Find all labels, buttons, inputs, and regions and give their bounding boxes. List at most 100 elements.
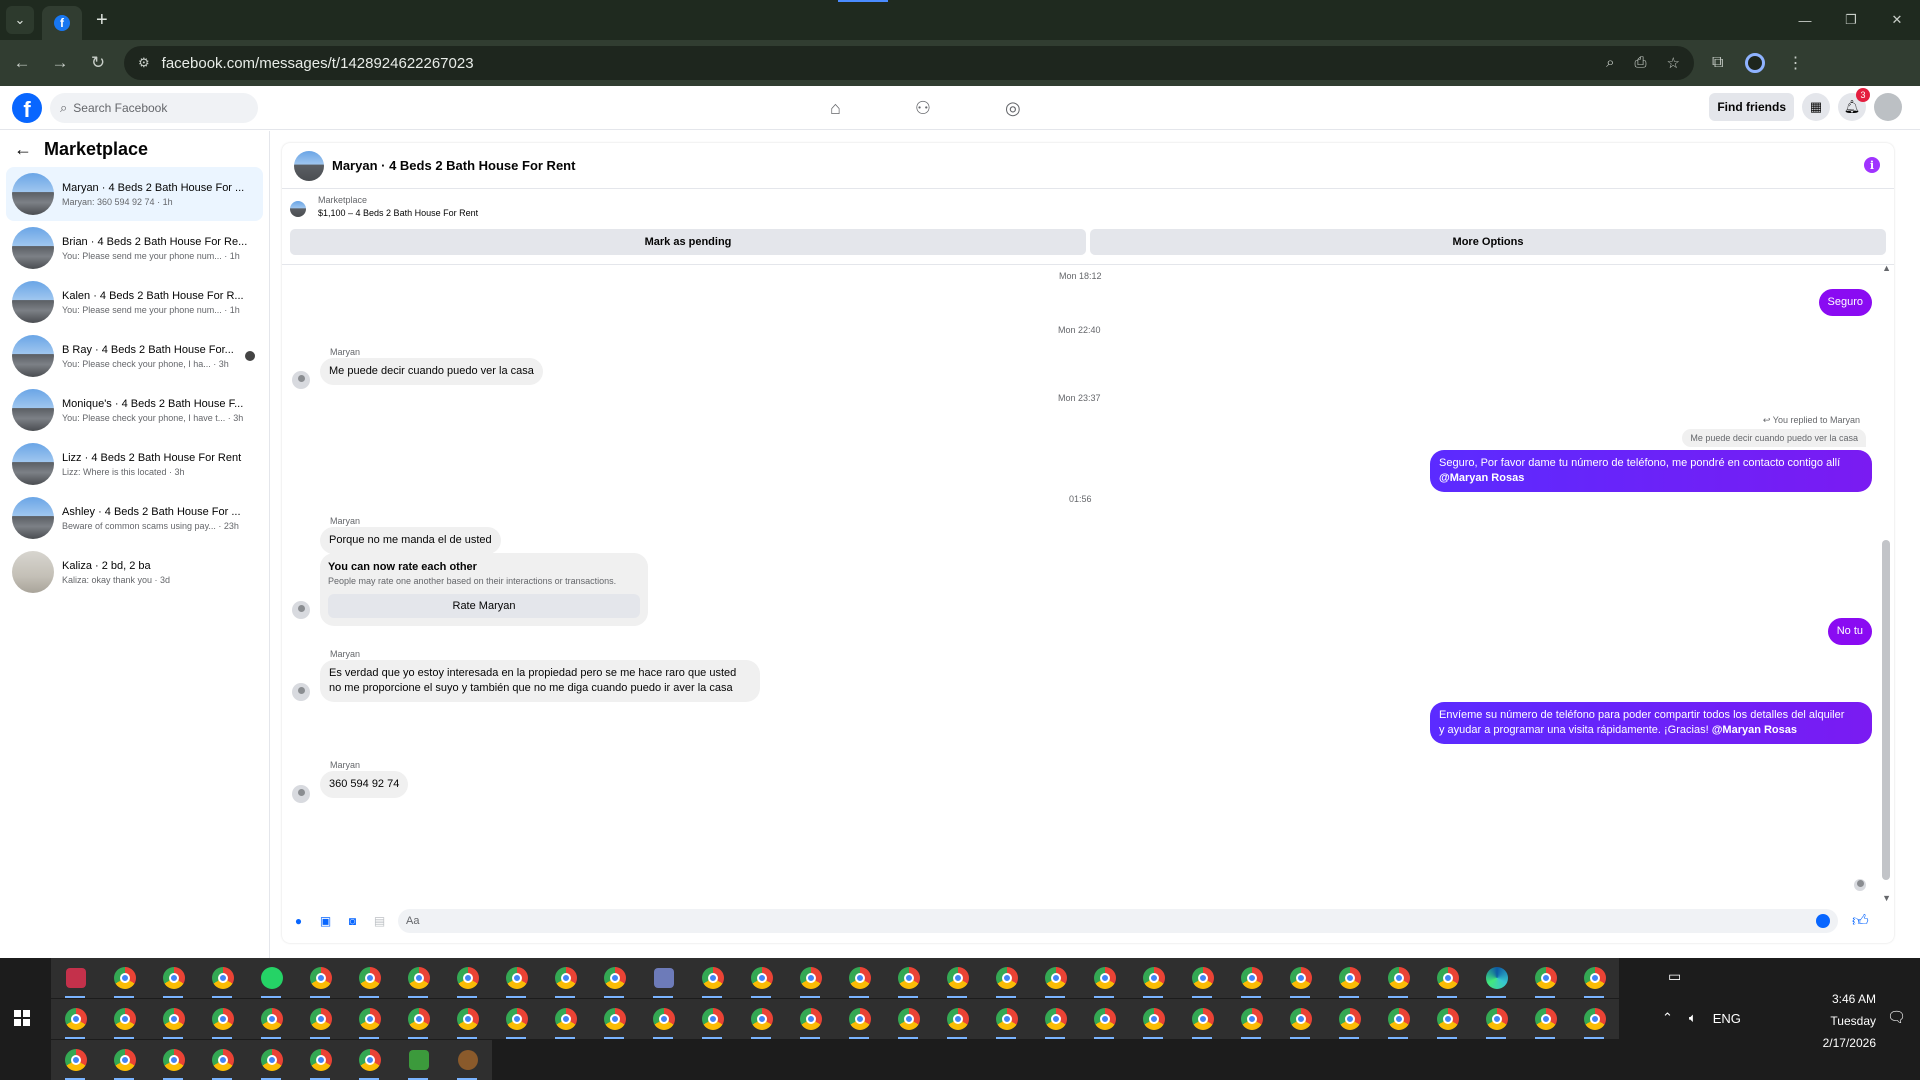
clock[interactable]: 3:46 AM Tuesday 2/17/2026 <box>1823 988 1876 1054</box>
new-tab-button[interactable]: + <box>96 9 108 32</box>
home-icon[interactable]: ⌂ <box>830 98 841 119</box>
chrome-icon[interactable] <box>443 958 492 998</box>
account-avatar[interactable] <box>1874 93 1902 121</box>
reply-quote[interactable]: Me puede decir cuando puedo ver la casa <box>1682 429 1866 447</box>
outgoing-message[interactable]: No tu <box>1827 618 1872 645</box>
chrome-icon[interactable] <box>1374 958 1423 998</box>
chrome-icon[interactable] <box>884 999 933 1039</box>
chrome-icon[interactable] <box>786 999 835 1039</box>
chrome-icon[interactable] <box>590 958 639 998</box>
chrome-icon[interactable] <box>51 1040 100 1080</box>
chrome-icon[interactable] <box>541 958 590 998</box>
emoji-icon[interactable] <box>1816 914 1830 928</box>
chrome-icon[interactable] <box>737 958 786 998</box>
chrome-icon[interactable] <box>1080 958 1129 998</box>
browser-tab-facebook[interactable]: f <box>42 6 82 40</box>
chrome-icon[interactable] <box>933 958 982 998</box>
search-input[interactable]: ⌕ Search Facebook <box>50 92 258 123</box>
incoming-message[interactable]: Porque no me manda el de usted <box>320 527 501 554</box>
incoming-message[interactable]: Me puede decir cuando puedo ver la casa <box>320 358 543 385</box>
conversation-item[interactable]: Monique's · 4 Beds 2 Bath House F... You… <box>6 383 263 437</box>
listing-price[interactable]: $1,100 – 4 Beds 2 Bath House For Rent <box>318 208 478 218</box>
chrome-icon[interactable] <box>492 958 541 998</box>
chevron-up-icon[interactable]: ⌃ <box>1662 1010 1673 1026</box>
incoming-message[interactable]: 360 594 92 74 <box>320 771 409 798</box>
groups-icon[interactable]: ◎ <box>1005 98 1021 119</box>
chrome-icon[interactable] <box>688 999 737 1039</box>
mention[interactable]: @Maryan Rosas <box>1439 471 1863 486</box>
display-icon[interactable]: ▭ <box>1668 968 1681 985</box>
minimize-icon[interactable]: — <box>1782 0 1828 40</box>
chrome-icon[interactable] <box>247 999 296 1039</box>
chrome-icon[interactable] <box>933 999 982 1039</box>
chrome-icon[interactable] <box>1129 958 1178 998</box>
chrome-icon[interactable] <box>982 958 1031 998</box>
chrome-icon[interactable] <box>100 958 149 998</box>
chrome-icon[interactable] <box>1570 958 1619 998</box>
notification-center-icon[interactable]: 🗨︎ <box>1887 1008 1906 1026</box>
chrome-icon[interactable] <box>1227 958 1276 998</box>
app-icon[interactable] <box>443 1040 492 1080</box>
notifications-bell-icon[interactable]: 🔔︎ 3 <box>1838 88 1870 121</box>
chrome-icon[interactable] <box>100 1040 149 1080</box>
spreadsheet-app-icon[interactable] <box>394 1040 443 1080</box>
conversation-item[interactable]: Brian · 4 Beds 2 Bath House For Re... Yo… <box>6 221 263 275</box>
chrome-icon[interactable] <box>198 999 247 1039</box>
whatsapp-icon[interactable] <box>247 958 296 998</box>
browser-menu-icon[interactable]: ⋮ <box>1787 53 1803 73</box>
edge-icon[interactable] <box>1472 958 1521 998</box>
chrome-icon[interactable] <box>247 1040 296 1080</box>
chrome-icon[interactable] <box>835 958 884 998</box>
chrome-icon[interactable] <box>1521 999 1570 1039</box>
thumbs-up-icon[interactable]: 👍︎ <box>1852 912 1869 931</box>
chrome-icon[interactable] <box>884 958 933 998</box>
message-list[interactable]: Mon 18:12 Seguro Mon 22:40 Maryan Me pue… <box>282 263 1894 903</box>
chrome-icon[interactable] <box>1521 958 1570 998</box>
info-icon[interactable]: i <box>1864 157 1880 173</box>
incoming-message[interactable]: Es verdad que yo estoy interesada en la … <box>320 660 760 702</box>
bookmark-star-icon[interactable]: ☆ <box>1667 54 1680 72</box>
back-arrow-icon[interactable]: ← <box>6 47 38 79</box>
conversation-item[interactable]: B Ray · 4 Beds 2 Bath House For... You: … <box>6 329 263 383</box>
mark-pending-button[interactable]: Mark as pending <box>290 229 1086 255</box>
chrome-icon[interactable] <box>296 1040 345 1080</box>
app-icon[interactable] <box>51 958 100 998</box>
restore-icon[interactable]: ❐ <box>1828 0 1874 40</box>
photo-icon[interactable]: ▣ <box>319 914 332 928</box>
site-info-icon[interactable]: ⚙ <box>138 55 150 71</box>
forward-arrow-icon[interactable]: → <box>44 47 76 79</box>
chrome-icon[interactable] <box>1276 958 1325 998</box>
chrome-icon[interactable] <box>1227 999 1276 1039</box>
chrome-icon[interactable] <box>835 999 884 1039</box>
address-bar[interactable]: ⚙ facebook.com/messages/t/14289246222670… <box>124 46 1694 80</box>
chrome-icon[interactable] <box>296 999 345 1039</box>
microphone-icon[interactable]: ● <box>292 914 305 928</box>
chrome-icon[interactable] <box>149 1040 198 1080</box>
chrome-icon[interactable] <box>1276 999 1325 1039</box>
chrome-icon[interactable] <box>198 1040 247 1080</box>
chrome-icon[interactable] <box>1080 999 1129 1039</box>
close-icon[interactable]: ✕ <box>1874 0 1920 40</box>
zoom-icon[interactable]: ⌕ <box>1606 54 1614 72</box>
chrome-icon[interactable] <box>198 958 247 998</box>
windows-start-icon[interactable] <box>14 1010 30 1026</box>
find-friends-button[interactable]: Find friends <box>1709 93 1794 121</box>
chrome-icon[interactable] <box>1325 999 1374 1039</box>
volume-icon[interactable]: 🔈︎ <box>1689 1010 1697 1026</box>
chrome-icon[interactable] <box>149 999 198 1039</box>
chrome-icon[interactable] <box>1423 958 1472 998</box>
chat-title[interactable]: Maryan · 4 Beds 2 Bath House For Rent <box>332 158 575 173</box>
message-input[interactable]: Aa <box>398 909 1838 933</box>
app-icon[interactable] <box>639 958 688 998</box>
chrome-icon[interactable] <box>149 958 198 998</box>
chrome-icon[interactable] <box>1031 958 1080 998</box>
chat-avatar[interactable] <box>294 150 324 181</box>
chrome-icon[interactable] <box>590 999 639 1039</box>
extensions-icon[interactable]: ⧉ <box>1712 54 1723 72</box>
listing-thumbnail[interactable] <box>290 201 306 217</box>
chrome-icon[interactable] <box>639 999 688 1039</box>
rate-button[interactable]: Rate Maryan <box>328 594 640 618</box>
chrome-icon[interactable] <box>1423 999 1472 1039</box>
chrome-icon[interactable] <box>786 958 835 998</box>
conversation-item[interactable]: Kalen · 4 Beds 2 Bath House For R... You… <box>6 275 263 329</box>
